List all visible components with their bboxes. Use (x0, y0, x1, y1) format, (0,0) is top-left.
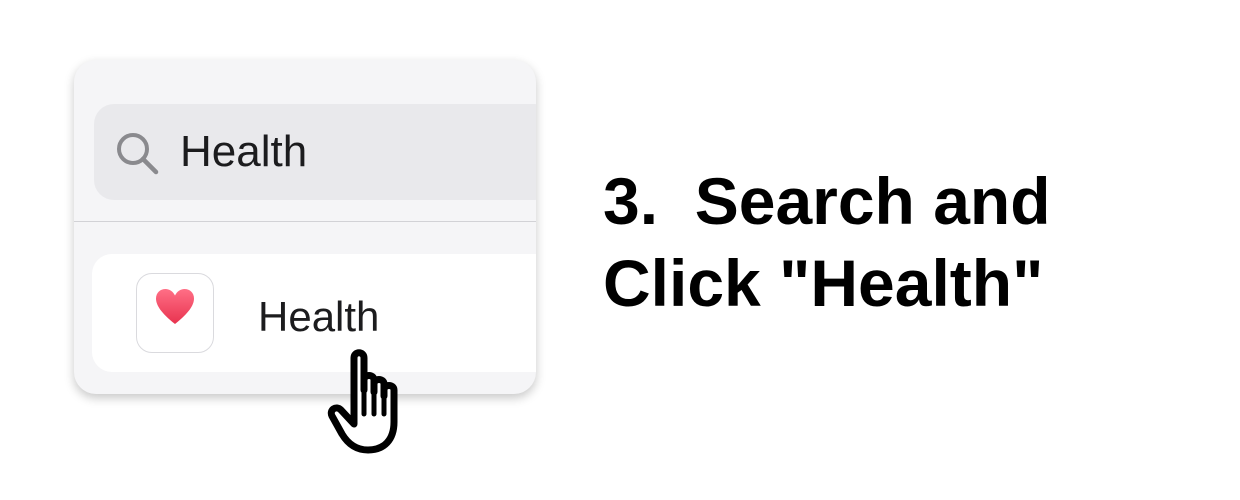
settings-search-panel: Health Health (74, 60, 536, 394)
search-icon (114, 130, 160, 176)
hand-pointer-icon (322, 344, 426, 456)
instruction-line-1: 3. Search and (603, 164, 1051, 238)
instruction-line-2: Click "Health" (603, 246, 1044, 320)
heart-icon (156, 289, 194, 324)
search-bar[interactable]: Health (94, 104, 536, 200)
search-result-health[interactable]: Health (92, 254, 536, 372)
divider (74, 221, 536, 222)
search-result-label: Health (258, 293, 380, 340)
search-input[interactable]: Health (180, 126, 307, 178)
health-app-icon (136, 273, 214, 353)
instruction-text: 3. Search and Click "Health" (603, 160, 1223, 324)
